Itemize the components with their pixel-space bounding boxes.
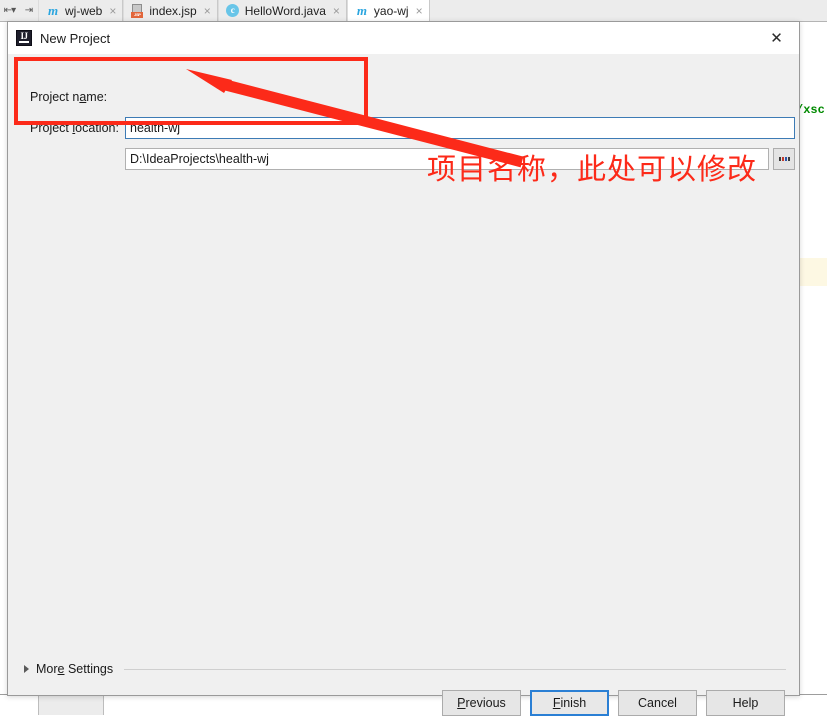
dialog-title-bar: IJ New Project ✕ [8,22,799,54]
close-icon[interactable]: ✕ [754,22,799,53]
chevron-right-icon [24,665,29,673]
collapse-all-icon[interactable]: ⇤▾ [0,0,19,21]
dialog-button-bar: Previous Finish Cancel Help [442,690,785,716]
more-settings-label: More Settings [36,662,114,676]
finish-button[interactable]: Finish [530,690,609,716]
jump-to-source-glyph: ⇥ [24,4,33,16]
cancel-button[interactable]: Cancel [618,690,697,716]
java-class-icon: c [226,4,240,17]
code-snippet-text: /xsc [796,103,825,117]
ellipsis-icon [778,157,790,161]
editor-tab-label: index.jsp [149,3,197,18]
project-name-input[interactable] [125,117,795,139]
dialog-body: Project name: Project location: More Set… [8,54,799,716]
intellij-idea-icon: IJ [16,30,32,46]
editor-tab-label: yao-wj [373,3,409,18]
project-name-label: Project name: [30,90,108,104]
intellij-idea-icon-label: IJ [20,31,28,41]
editor-tab-helloword-java[interactable]: c HelloWord.java × [217,0,347,21]
close-icon[interactable]: × [204,4,211,18]
project-location-input[interactable] [125,148,769,170]
close-icon[interactable]: × [109,4,116,18]
new-project-dialog: IJ New Project ✕ Project name: Project l… [7,21,800,716]
close-icon[interactable]: × [333,4,340,18]
dialog-title: New Project [40,31,111,46]
jsp-file-icon: JSP [131,3,144,18]
more-settings-toggle[interactable]: More Settings [24,661,786,677]
maven-module-icon: m [47,2,59,18]
collapse-all-glyph: ⇤▾ [3,4,16,16]
help-button[interactable]: Help [706,690,785,716]
editor-tab-label: wj-web [65,3,103,18]
project-name-label-row: Project name: [30,86,107,108]
project-location-label: Project location: [30,121,119,135]
browse-folder-button[interactable] [773,148,795,170]
previous-button[interactable]: Previous [442,690,521,716]
editor-tab-wj-web[interactable]: m wj-web × [38,0,124,21]
jump-to-source-icon[interactable]: ⇥ [19,0,38,21]
ide-bottom-tool-tab[interactable] [38,695,104,715]
maven-module-icon: m [356,2,367,18]
close-icon[interactable]: × [416,4,423,18]
editor-tab-yao-wj[interactable]: m yao-wj × [346,0,430,21]
editor-tab-bar: ⇤▾ ⇥ m wj-web × JSP index.jsp × c HelloW… [0,0,827,22]
editor-tab-index-jsp[interactable]: JSP index.jsp × [123,0,218,21]
project-location-label-row: Project location: [30,117,119,139]
divider [124,668,786,670]
editor-tab-label: HelloWord.java [244,3,326,18]
